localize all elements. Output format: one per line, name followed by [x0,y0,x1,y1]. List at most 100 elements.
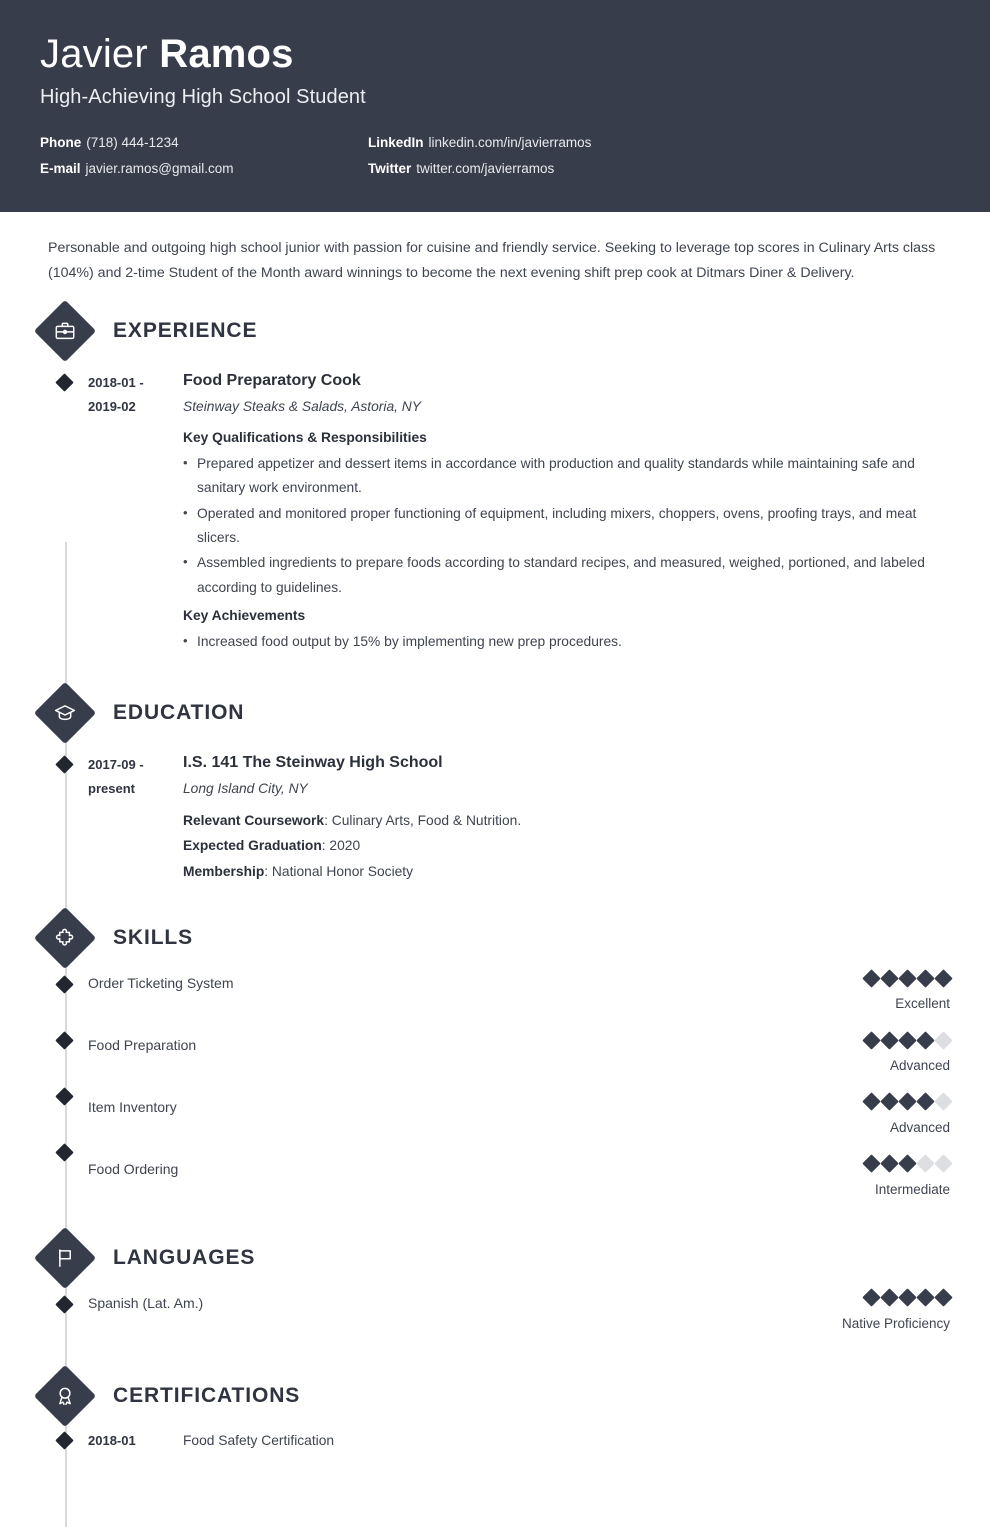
education-detail-membership: Membership: National Honor Society [183,859,950,885]
rating-dot-empty [916,1154,935,1173]
list-item: Operated and monitored proper functionin… [183,501,950,551]
experience-employer: Steinway Steaks & Salads, Astoria, NY [183,398,421,414]
languages-list: Spanish (Lat. Am.) Native Proficiency [40,1288,953,1334]
skill-name: Food Preparation [88,1037,197,1054]
rating-dot-filled [862,1154,881,1173]
contact-linkedin-value[interactable]: linkedin.com/in/javierramos [429,135,592,150]
rating-dot-filled [916,1030,935,1050]
rating-dot-filled [880,968,899,988]
timeline-marker-diamond [54,1143,74,1163]
contact-email[interactable]: E-mail javier.ramos@gmail.com [40,161,368,176]
skill-level: Excellent [895,996,950,1012]
section-title-experience: EXPERIENCE [113,318,258,342]
list-item: Increased food output by 15% by implemen… [183,629,950,654]
contact-phone-label: Phone [40,135,82,150]
rating-dot-empty [934,1154,953,1173]
experience-date: 2018-01 - 2019-02 [88,369,183,659]
certification-entry: 2018-01 Food Safety Certification [40,1431,950,1450]
education-detail-graduation-value: : 2020 [321,838,361,854]
contact-phone: Phone (718) 444-1234 [40,135,368,150]
skill-row: Food Preparation Advanced [88,1030,953,1076]
contact-twitter-value[interactable]: twitter.com/javierramos [416,161,554,176]
section-header-languages: LANGUAGES [33,1226,950,1290]
list-item: Assembled ingredients to prepare foods a… [183,550,950,600]
certification-date: 2018-01 [88,1432,136,1448]
education-content: I.S. 141 The Steinway High School Long I… [183,751,950,885]
section-title-skills: SKILLS [113,926,194,950]
resume-body: Personable and outgoing high school juni… [0,212,990,1527]
skill-rating-group: Advanced [840,1030,953,1076]
timeline-marker-diamond [54,372,74,392]
skill-rating-group: Intermediate [840,1154,953,1200]
experience-qualifications-list: Prepared appetizer and dessert items in … [183,451,950,600]
graduation-cap-icon [33,681,97,744]
skill-rating-group: Excellent [840,968,953,1014]
resume-page: Javier Ramos High-Achieving High School … [0,0,990,1527]
skill-level: Advanced [889,1120,950,1136]
timeline-marker-col [40,751,88,885]
contact-linkedin[interactable]: LinkedIn linkedin.com/in/javierramos [368,135,950,150]
section-header-skills: SKILLS [33,907,950,970]
skill-row: Order Ticketing System Excellent [88,968,953,1014]
timeline-marker-diamond [54,1087,74,1107]
experience-job-title: Food Preparatory Cook [183,371,361,389]
contact-email-value[interactable]: javier.ramos@gmail.com [86,161,234,176]
experience-content: Food Preparatory Cook Steinway Steaks & … [183,369,950,659]
professional-summary: Personable and outgoing high school juni… [48,240,936,282]
last-name: Ramos [159,32,294,76]
contact-phone-value: (718) 444-1234 [86,135,179,150]
certification-name: Food Safety Certification [183,1432,335,1448]
education-entry: 2017-09 - present I.S. 141 The Steinway … [40,751,950,885]
experience-date-line1: 2018-01 - [88,374,144,390]
rating-dot-filled [862,968,881,988]
rating-dot-filled [934,1288,953,1307]
education-date-line2: present [88,781,135,797]
rating-dot-filled [880,1030,899,1050]
language-row: Spanish (Lat. Am.) Native Proficiency [88,1288,953,1334]
experience-qualifications-label: Key Qualifications & Responsibilities [183,429,427,445]
contact-linkedin-label: LinkedIn [368,135,424,150]
contact-twitter[interactable]: Twitter twitter.com/javierramos [368,161,950,176]
timeline-marker-diamond [54,1031,74,1051]
rating-dot-filled [880,1092,899,1112]
contact-twitter-label: Twitter [368,161,412,176]
contact-grid: Phone (718) 444-1234 LinkedIn linkedin.com… [40,135,950,176]
languages-rows: Spanish (Lat. Am.) Native Proficiency [88,1288,953,1334]
rating-dot-filled [916,968,935,988]
education-detail-graduation-label: Expected Graduation [183,838,322,854]
section-title-languages: LANGUAGES [113,1245,256,1269]
experience-entry: 2018-01 - 2019-02 Food Preparatory Cook … [40,369,950,659]
timeline-marker-col [40,369,88,659]
language-name: Spanish (Lat. Am.) [88,1294,204,1311]
education-date-line1: 2017-09 - [88,756,144,772]
rating-dot-filled [898,968,917,988]
rating-dots [840,1030,953,1050]
section-header-education: EDUCATION [33,681,950,744]
timeline-marker-diamond [54,755,74,774]
timeline-marker-diamond [54,1431,74,1450]
section-title-education: EDUCATION [113,700,245,724]
education-location: Long Island City, NY [183,780,308,796]
education-school: I.S. 141 The Steinway High School [183,753,443,771]
rating-dot-filled [862,1092,881,1112]
skill-name: Item Inventory [88,1099,177,1116]
rating-dot-filled [862,1288,881,1307]
rating-dots [840,968,953,988]
education-date: 2017-09 - present [88,751,183,885]
rating-dot-filled [880,1154,899,1173]
rating-dot-filled [898,1154,917,1173]
skill-row: Food Ordering Intermediate [88,1154,953,1200]
first-name: Javier [40,32,148,76]
language-rating-group: Native Proficiency [840,1288,953,1334]
experience-achievements-list: Increased food output by 15% by implemen… [183,629,950,654]
languages-marker-col [40,1290,88,1334]
contact-email-label: E-mail [40,161,81,176]
rating-dot-filled [898,1092,917,1112]
skill-name: Food Ordering [88,1161,179,1178]
rating-dot-filled [862,1030,881,1050]
experience-date-line2: 2019-02 [88,399,136,415]
